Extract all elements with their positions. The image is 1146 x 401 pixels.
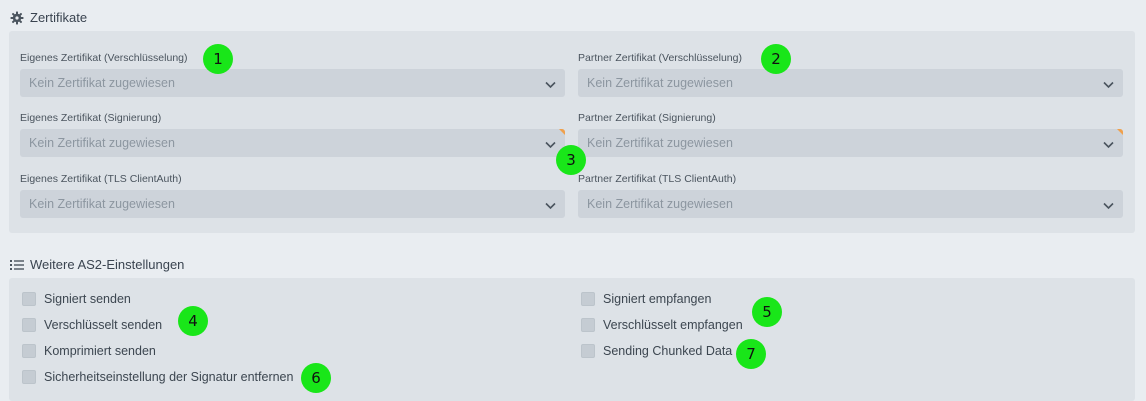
checkbox[interactable]: [22, 292, 36, 306]
select-value: Kein Zertifikat zugewiesen: [587, 197, 733, 211]
field-label: Partner Zertifikat (Signierung): [578, 112, 716, 124]
list-icon: [10, 259, 24, 271]
certificates-section-header: Zertifikate: [10, 10, 87, 25]
checkbox-label: Verschlüsselt senden: [44, 318, 163, 332]
field-label: Partner Zertifikat (TLS ClientAuth): [578, 173, 737, 185]
checkbox[interactable]: [22, 370, 36, 384]
chevron-down-icon: [1103, 138, 1114, 152]
checkbox[interactable]: [581, 344, 595, 358]
option-compressed-send[interactable]: Komprimiert senden: [22, 344, 156, 358]
option-remove-signature-security[interactable]: Sicherheitseinstellung der Signatur entf…: [22, 370, 293, 384]
checkbox-label: Sending Chunked Data: [603, 344, 733, 358]
partner-cert-encryption-field: Partner Zertifikat (Verschlüsselung) Kei…: [578, 51, 1123, 97]
annotation-marker-7: 7: [736, 339, 766, 369]
select-value: Kein Zertifikat zugewiesen: [29, 76, 175, 90]
own-cert-encryption-field: Eigenes Zertifikat (Verschlüsselung) Kei…: [20, 51, 565, 97]
as2-panel: Signiert senden Verschlüsselt senden Kom…: [9, 278, 1135, 401]
field-label: Eigenes Zertifikat (Signierung): [20, 112, 162, 124]
option-signed-receive[interactable]: Signiert empfangen: [581, 292, 711, 306]
own-cert-signing-select[interactable]: Kein Zertifikat zugewiesen: [20, 129, 565, 157]
own-cert-signing-field: Eigenes Zertifikat (Signierung) Kein Zer…: [20, 111, 565, 157]
chevron-down-icon: [545, 78, 556, 92]
option-encrypted-receive[interactable]: Verschlüsselt empfangen: [581, 318, 743, 332]
annotation-marker-3: 3: [556, 145, 586, 175]
checkbox[interactable]: [22, 318, 36, 332]
annotation-marker-4: 4: [178, 306, 208, 336]
required-marker: [559, 129, 565, 135]
checkbox-label: Verschlüsselt empfangen: [603, 318, 743, 332]
as2-section-header: Weitere AS2-Einstellungen: [10, 257, 184, 272]
chevron-down-icon: [1103, 199, 1114, 213]
checkbox-label: Sicherheitseinstellung der Signatur entf…: [44, 370, 294, 384]
option-signed-send[interactable]: Signiert senden: [22, 292, 131, 306]
certificates-title: Zertifikate: [30, 10, 88, 25]
checkbox[interactable]: [22, 344, 36, 358]
certificates-panel: Eigenes Zertifikat (Verschlüsselung) Kei…: [9, 31, 1135, 233]
partner-cert-signing-field: Partner Zertifikat (Signierung) Kein Zer…: [578, 111, 1123, 157]
field-label: Partner Zertifikat (Verschlüsselung): [578, 52, 742, 64]
option-chunked-data[interactable]: Sending Chunked Data: [581, 344, 732, 358]
select-value: Kein Zertifikat zugewiesen: [587, 136, 733, 150]
field-label: Eigenes Zertifikat (Verschlüsselung): [20, 52, 188, 64]
annotation-marker-5: 5: [752, 297, 782, 327]
gear-icon: [10, 11, 24, 25]
own-cert-tls-field: Eigenes Zertifikat (TLS ClientAuth) Kein…: [20, 172, 565, 218]
select-value: Kein Zertifikat zugewiesen: [29, 136, 175, 150]
chevron-down-icon: [545, 138, 556, 152]
annotation-marker-2: 2: [761, 44, 791, 74]
checkbox-label: Komprimiert senden: [44, 344, 156, 358]
chevron-down-icon: [1103, 78, 1114, 92]
checkbox[interactable]: [581, 292, 595, 306]
required-marker: [1117, 129, 1123, 135]
partner-cert-tls-field: Partner Zertifikat (TLS ClientAuth) Kein…: [578, 172, 1123, 218]
checkbox-label: Signiert empfangen: [603, 292, 712, 306]
select-value: Kein Zertifikat zugewiesen: [29, 197, 175, 211]
partner-cert-encryption-select[interactable]: Kein Zertifikat zugewiesen: [578, 69, 1123, 97]
partner-cert-tls-select[interactable]: Kein Zertifikat zugewiesen: [578, 190, 1123, 218]
field-label: Eigenes Zertifikat (TLS ClientAuth): [20, 173, 182, 185]
annotation-marker-6: 6: [301, 363, 331, 393]
annotation-marker-1: 1: [203, 44, 233, 74]
select-value: Kein Zertifikat zugewiesen: [587, 76, 733, 90]
option-encrypted-send[interactable]: Verschlüsselt senden: [22, 318, 162, 332]
as2-title: Weitere AS2-Einstellungen: [30, 257, 185, 272]
own-cert-tls-select[interactable]: Kein Zertifikat zugewiesen: [20, 190, 565, 218]
partner-cert-signing-select[interactable]: Kein Zertifikat zugewiesen: [578, 129, 1123, 157]
checkbox-label: Signiert senden: [44, 292, 131, 306]
own-cert-encryption-select[interactable]: Kein Zertifikat zugewiesen: [20, 69, 565, 97]
chevron-down-icon: [545, 199, 556, 213]
checkbox[interactable]: [581, 318, 595, 332]
